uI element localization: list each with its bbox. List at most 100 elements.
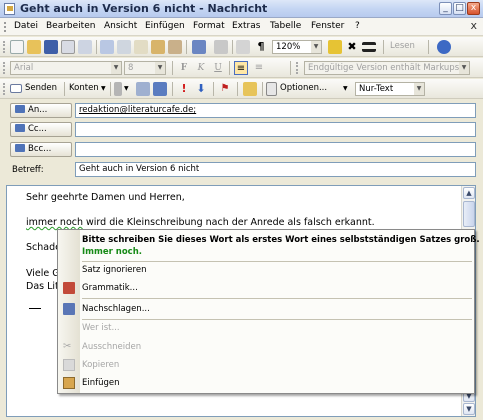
hyperlink-icon[interactable] <box>236 40 250 54</box>
save-icon[interactable] <box>44 40 58 54</box>
toolbar-separator <box>232 40 233 54</box>
redo-icon[interactable] <box>214 40 228 54</box>
pilcrow-icon[interactable]: ¶ <box>254 40 268 54</box>
header-fields: An... redaktion@literaturcafe.de; Cc... … <box>0 99 483 183</box>
zoom-select[interactable]: 120% ▼ <box>272 40 322 54</box>
cc-field[interactable] <box>75 122 476 137</box>
research-icon <box>63 303 75 315</box>
menu-einfuegen[interactable]: Einfügen <box>145 21 185 31</box>
message-format-select[interactable]: Nur-Text ▼ <box>355 82 425 96</box>
font-value: Arial <box>14 63 34 73</box>
cc-label: Cc... <box>28 124 47 134</box>
markup-display-select[interactable]: Endgültige Version enthält Markups ▼ <box>304 61 470 75</box>
signature-dash <box>29 308 41 309</box>
chevron-down-icon[interactable]: ▼ <box>101 85 106 92</box>
toolbar-separator <box>186 40 187 54</box>
lookup-item[interactable]: Nachschlagen... <box>82 304 150 314</box>
title-bar: Geht auch in Version 6 nicht - Nachricht… <box>0 0 483 18</box>
format-painter-icon[interactable] <box>168 40 182 54</box>
cut-icon[interactable] <box>117 40 131 54</box>
toolbar-separator <box>383 40 384 54</box>
new-icon[interactable] <box>10 40 24 54</box>
attach-icon[interactable] <box>114 82 122 96</box>
align-center-icon[interactable]: ≡ <box>252 61 266 75</box>
bold-button[interactable]: F <box>177 61 191 75</box>
toolbar-grip[interactable] <box>3 83 6 95</box>
italic-button[interactable]: K <box>194 61 208 75</box>
font-size-select[interactable]: 8 ▼ <box>124 61 166 75</box>
menu-extras[interactable]: Extras <box>232 21 260 31</box>
format-toolbar: Arial ▼ 8 ▼ F K U ≡ ≡ Endgültige Version… <box>0 58 483 78</box>
window-title: Geht auch in Version 6 nicht - Nachricht <box>20 2 268 15</box>
read-mode-button[interactable]: Lesen <box>390 41 415 51</box>
menu-close-icon[interactable]: x <box>470 19 477 32</box>
minimize-button[interactable]: _ <box>439 2 452 15</box>
grammar-item[interactable]: Grammatik... <box>82 283 138 293</box>
menu-grip[interactable] <box>4 22 7 32</box>
toolbar-separator <box>172 61 173 75</box>
accounts-button[interactable]: Konten <box>69 83 99 93</box>
to-button[interactable]: An... <box>10 103 72 118</box>
cc-button[interactable]: Cc... <box>10 122 72 137</box>
paste-item[interactable]: Einfügen <box>82 378 120 388</box>
body-line: immer noch wird die Kleinschreibung nach… <box>26 217 375 228</box>
line-icon[interactable] <box>362 42 376 52</box>
undo-icon[interactable] <box>192 40 206 54</box>
align-left-icon[interactable]: ≡ <box>234 61 248 75</box>
options-button[interactable]: Optionen... <box>280 83 327 93</box>
check-names-icon[interactable] <box>153 82 167 96</box>
menu-bearbeiten[interactable]: Bearbeiten <box>46 21 95 31</box>
envelope-icon[interactable] <box>243 82 257 96</box>
subject-field[interactable]: Geht auch in Version 6 nicht <box>75 162 476 177</box>
window-controls: _ □ x <box>439 2 480 15</box>
menu-datei[interactable]: Datei <box>14 21 38 31</box>
paste-icon[interactable] <box>151 40 165 54</box>
toolbar-separator <box>110 82 111 96</box>
who-is-item[interactable]: Wer ist... <box>82 323 120 333</box>
send-button[interactable]: Senden <box>25 83 57 93</box>
address-book-icon <box>15 105 25 113</box>
font-select[interactable]: Arial ▼ <box>10 61 122 75</box>
bcc-field[interactable] <box>75 142 476 157</box>
bcc-button[interactable]: Bcc... <box>10 142 72 157</box>
address-book-icon[interactable] <box>136 82 150 96</box>
print-preview-icon[interactable] <box>78 40 92 54</box>
low-importance-icon[interactable]: ⬇ <box>194 82 208 96</box>
message-format-value: Nur-Text <box>359 84 394 94</box>
body-line-rest: wird die Kleinschreibung nach der Anrede… <box>83 217 375 228</box>
flagged-phrase[interactable]: immer noch <box>26 217 83 228</box>
research-icon[interactable] <box>100 40 114 54</box>
menu-fenster[interactable]: Fenster <box>311 21 344 31</box>
flag-icon[interactable]: ⚑ <box>218 82 232 96</box>
copy-item[interactable]: Kopieren <box>82 360 119 370</box>
to-field[interactable]: redaktion@literaturcafe.de; <box>75 103 476 118</box>
open-icon[interactable] <box>27 40 41 54</box>
menu-tabelle[interactable]: Tabelle <box>270 21 301 31</box>
chevron-down-icon[interactable]: ▼ <box>124 85 129 92</box>
toolbar-grip[interactable] <box>296 62 299 74</box>
toolbar-grip[interactable] <box>3 62 6 74</box>
high-importance-icon[interactable]: ! <box>177 82 191 96</box>
ignore-sentence-item[interactable]: Satz ignorieren <box>82 265 146 275</box>
maximize-button[interactable]: □ <box>453 2 466 15</box>
menu-help[interactable]: ? <box>355 21 360 31</box>
underline-button[interactable]: U <box>211 61 225 75</box>
help-icon[interactable] <box>437 40 451 54</box>
scrollbar-thumb[interactable] <box>463 201 475 227</box>
toolbar-separator <box>237 82 238 96</box>
scroll-down-icon[interactable]: ▼ <box>463 403 475 415</box>
chevron-down-icon[interactable]: ▼ <box>343 85 348 92</box>
scroll-up-icon[interactable]: ▲ <box>463 187 475 199</box>
print-icon[interactable] <box>61 40 75 54</box>
menu-separator <box>82 298 472 299</box>
cut-item[interactable]: Ausschneiden <box>82 342 141 352</box>
menu-format[interactable]: Format <box>193 21 225 31</box>
close-button[interactable]: x <box>467 2 480 15</box>
mail-toolbar: Senden Konten ▼ ▼ ! ⬇ ⚑ Optionen... ▼ Nu… <box>0 79 483 99</box>
grammar-suggestion-fix[interactable]: Immer noch. <box>82 247 142 257</box>
toolbar-grip[interactable] <box>3 41 6 53</box>
close-markup-icon[interactable]: ✖ <box>345 40 359 54</box>
menu-ansicht[interactable]: Ansicht <box>104 21 137 31</box>
copy-icon[interactable] <box>134 40 148 54</box>
spelling-icon[interactable] <box>328 40 342 54</box>
